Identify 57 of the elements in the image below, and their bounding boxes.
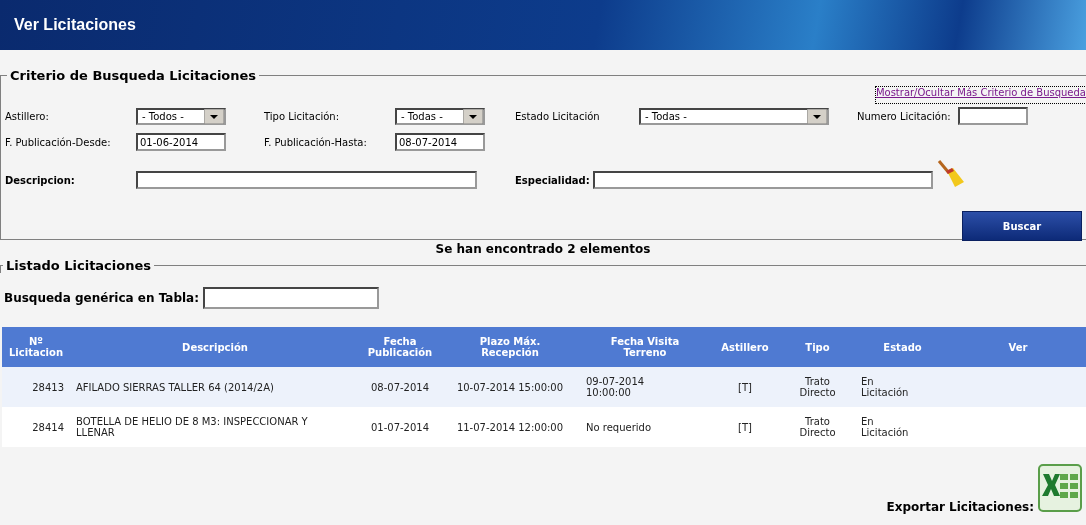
dropdown-arrow-icon — [807, 108, 827, 124]
table-cell: 28413 — [32, 381, 64, 393]
input-field[interactable]: 08-07-2014 — [395, 133, 485, 151]
column-header: Descripción — [70, 327, 360, 367]
search-button[interactable]: Buscar — [962, 211, 1082, 241]
input-field[interactable]: 01-06-2014 — [136, 133, 226, 151]
dropdown[interactable]: - Todos - — [136, 107, 226, 125]
toggle-criteria-link[interactable]: Mostrar/Ocultar Más Criterio de Busqueda — [875, 87, 1086, 103]
table-search-field[interactable] — [203, 287, 379, 309]
page-title: Ver Licitaciones — [14, 16, 136, 34]
field-label: Especialidad: — [515, 174, 591, 186]
table-cell: No requerido — [586, 421, 651, 433]
table-cell: Trato Directo — [799, 416, 836, 438]
dropdown[interactable]: - Todas - — [395, 107, 485, 125]
input-field[interactable] — [958, 107, 1028, 125]
table-cell: 11-07-2014 12:00:00 — [456, 421, 564, 433]
panel-legend: Listado Licitaciones — [3, 258, 155, 273]
column-header: Ver — [950, 327, 1086, 367]
column-header: Estado — [855, 327, 950, 367]
table-cell: En Licitación — [861, 376, 909, 398]
field-label: Estado Licitación — [515, 110, 601, 122]
table-row[interactable]: 28413 AFILADO SIERRAS TALLER 64 (2014/2A) 08-07-2014 10-07-2014 15:00:00 09-07-2014 10:00:00 [T] Trato Directo En Licitación — [2, 367, 1086, 407]
panel-legend: Criterio de Busqueda Licitaciones — [7, 68, 260, 83]
column-header: Plazo Máx. Recepción — [440, 327, 580, 367]
spreadsheet-icon[interactable] — [1038, 464, 1082, 512]
field-label: Numero Licitación: — [857, 110, 952, 122]
table-cell: 01-07-2014 — [370, 421, 430, 433]
dropdown-arrow-icon — [463, 108, 483, 124]
table-cell: BOTELLA DE HELIO DE 8 M3: INSPECCIONAR Y LLENAR — [76, 416, 308, 438]
field-label: Tipo Licitación: — [264, 110, 340, 122]
table-cell: [T] — [738, 421, 752, 433]
column-header: Nº Licitacion — [2, 327, 70, 367]
table-cell: Trato Directo — [799, 376, 836, 398]
table-row[interactable]: 28414 BOTELLA DE HELIO DE 8 M3: INSPECCIONAR Y LLENAR 01-07-2014 11-07-2014 12:00:00 No requerido [T] Trato Directo En Licitación — [2, 407, 1086, 447]
input-field[interactable] — [136, 171, 477, 189]
field-label: F. Publicación-Hasta: — [264, 136, 368, 148]
table-cell: AFILADO SIERRAS TALLER 64 (2014/2A) — [76, 381, 274, 393]
field-label: F. Publicación-Desde: — [5, 136, 112, 148]
column-header: Astillero — [710, 327, 780, 367]
table-cell: 28414 — [32, 421, 64, 433]
column-header: Fecha Visita Terreno — [580, 327, 710, 367]
broom-icon[interactable] — [935, 158, 965, 188]
table-search-label: Busqueda genérica en Tabla: — [4, 291, 199, 305]
table-cell: En Licitación — [861, 416, 909, 438]
field-label: Descripcion: — [5, 174, 76, 186]
field-label: Astillero: — [5, 110, 50, 122]
table-cell: 09-07-2014 10:00:00 — [586, 376, 645, 398]
input-field[interactable] — [593, 171, 933, 189]
column-header: Fecha Publicación — [360, 327, 440, 367]
result-count: Se han encontrado 2 elementos — [434, 241, 652, 258]
table-cell: 10-07-2014 15:00:00 — [456, 381, 564, 393]
dropdown[interactable]: - Todas - — [639, 107, 829, 125]
export-label: Exportar Licitaciones: — [886, 500, 1034, 514]
column-header: Tipo — [780, 327, 855, 367]
table-cell: [T] — [738, 381, 752, 393]
table-cell: 08-07-2014 — [370, 381, 430, 393]
dropdown-arrow-icon — [204, 108, 224, 124]
